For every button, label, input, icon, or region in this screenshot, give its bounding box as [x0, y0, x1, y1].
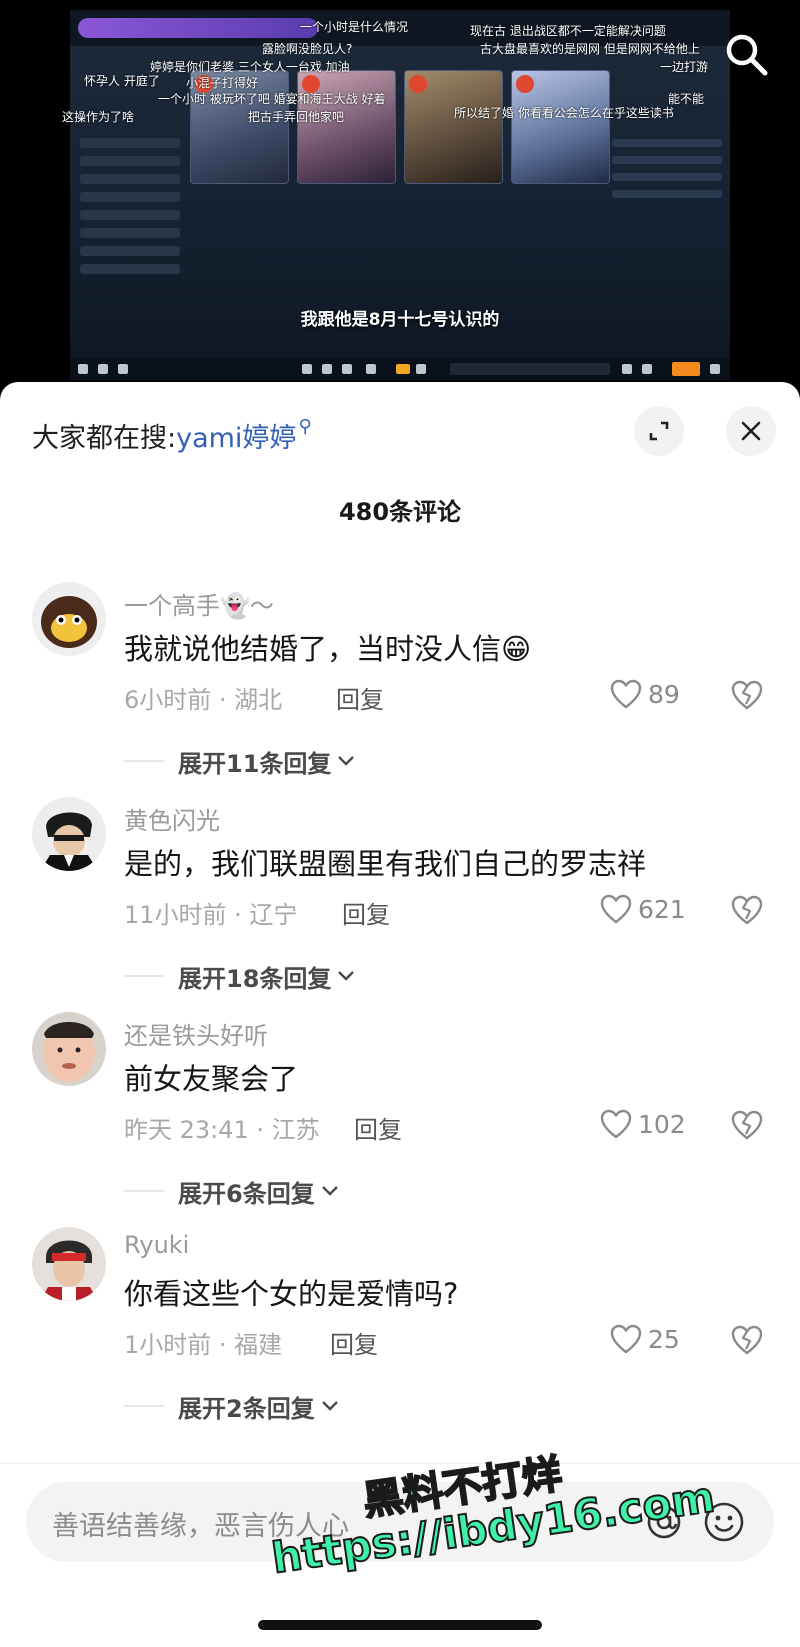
stream-left-panel: [80, 130, 180, 320]
avatar[interactable]: [32, 1227, 106, 1301]
expand-button[interactable]: [634, 406, 684, 456]
reply-button[interactable]: 回复: [336, 680, 384, 715]
chevron-down-icon: [338, 971, 355, 981]
comment-text: 你看这些个女的是爱情吗?: [124, 1277, 459, 1311]
at-icon[interactable]: [644, 1502, 684, 1542]
comment-item: Ryuki 你看这些个女的是爱情吗? 1小时前 · 福建 回复 25 展开2条回…: [0, 1227, 800, 1452]
avatar[interactable]: [32, 582, 106, 656]
comment-meta: 11小时前 · 辽宁: [124, 901, 298, 929]
expand-replies-button[interactable]: 展开18条回复: [124, 959, 355, 993]
champion-card: [404, 70, 503, 184]
divider: [124, 1405, 164, 1407]
chevron-down-icon: [338, 756, 355, 766]
comment-item: 黄色闪光 是的，我们联盟圈里有我们自己的罗志祥 11小时前 · 辽宁 回复 62…: [0, 797, 800, 1022]
stream-right-panel: [612, 130, 722, 210]
like-button[interactable]: 25: [610, 1322, 680, 1356]
divider: [124, 1190, 164, 1192]
like-button[interactable]: 89: [610, 677, 680, 711]
reply-button[interactable]: 回复: [354, 1110, 402, 1145]
heart-icon: [600, 894, 632, 924]
heart-icon: [600, 1109, 632, 1139]
danmaku-text: 能不能: [668, 92, 705, 106]
like-count: 621: [638, 894, 686, 924]
expand-replies-label: 展开6条回复: [178, 1179, 315, 1208]
dislike-icon[interactable]: [730, 678, 764, 712]
discount-badge: [516, 75, 534, 93]
avatar[interactable]: [32, 797, 106, 871]
expand-icon: [649, 421, 669, 441]
expand-replies-button[interactable]: 展开2条回复: [124, 1389, 339, 1423]
comment-input[interactable]: 善语结善缘，恶言伤人心: [26, 1482, 774, 1562]
dislike-icon[interactable]: [730, 893, 764, 927]
expand-replies-label: 展开11条回复: [178, 749, 332, 778]
small-search-icon: ⚲: [298, 416, 312, 437]
danmaku-text: 露脸啊没脸见人?: [262, 42, 353, 56]
danmaku-text: 怀孕人 开庭了: [84, 74, 160, 88]
divider: [124, 760, 164, 762]
comment-text: 前女友聚会了: [124, 1062, 299, 1096]
like-count: 102: [638, 1109, 686, 1139]
danmaku-text: 所以结了婚 你看看公会怎么在乎这些读书: [454, 106, 674, 120]
chevron-down-icon: [321, 1186, 338, 1196]
video-subtitle: 我跟他是8月十七号认识的: [300, 310, 500, 330]
emoji-icon[interactable]: [702, 1500, 746, 1544]
search-suggestion[interactable]: 大家都在搜:yami婷婷 ⚲: [32, 416, 312, 455]
comment-text: 我就说他结婚了，当时没人信😁: [124, 632, 532, 666]
expand-replies-button[interactable]: 展开11条回复: [124, 744, 355, 778]
comment-meta: 1小时前 · 福建: [124, 1331, 283, 1359]
danmaku-text: 一个小时是什么情况: [300, 20, 409, 34]
search-icon[interactable]: [722, 30, 770, 78]
comment-username[interactable]: Ryuki: [124, 1231, 189, 1259]
comment-text: 是的，我们联盟圈里有我们自己的罗志祥: [124, 847, 647, 881]
champion-card: [297, 70, 396, 184]
like-count: 89: [648, 679, 680, 709]
comment-username[interactable]: 一个高手👻～: [124, 586, 274, 621]
like-button[interactable]: 102: [600, 1107, 686, 1141]
search-suggestion-prefix: 大家都在搜:: [32, 423, 177, 454]
expand-replies-label: 展开18条回复: [178, 964, 332, 993]
like-count: 25: [648, 1324, 680, 1354]
home-indicator[interactable]: [258, 1620, 542, 1630]
close-icon: [741, 421, 761, 441]
danmaku-text: 一个小时 被玩坏了吧 婚宴和海王大战 好着: [158, 92, 386, 106]
comment-meta: 昨天 23:41 · 江苏: [124, 1116, 320, 1144]
chevron-down-icon: [321, 1401, 338, 1411]
danmaku-text: 婷婷是你们老婆 三个女人一台戏 加油: [150, 60, 350, 74]
dislike-icon[interactable]: [730, 1323, 764, 1357]
comment-sheet: 大家都在搜:yami婷婷 ⚲ 480条评论 一个高手👻～ 我就说他结婚了，当时没人…: [0, 382, 800, 1646]
reply-button[interactable]: 回复: [330, 1325, 378, 1360]
heart-icon: [610, 1324, 642, 1354]
expand-replies-label: 展开2条回复: [178, 1394, 315, 1423]
comment-meta: 6小时前 · 湖北: [124, 686, 283, 714]
comment-item: 还是铁头好听 前女友聚会了 昨天 23:41 · 江苏 回复 102 展开6条回…: [0, 1012, 800, 1237]
comment-username[interactable]: 还是铁头好听: [124, 1016, 268, 1051]
danmaku-text: 古大盘最喜欢的是网网 但是网网不给他上: [480, 42, 700, 56]
divider: [124, 975, 164, 977]
comment-item: 一个高手👻～ 我就说他结婚了，当时没人信😁 6小时前 · 湖北 回复 89 展开…: [0, 582, 800, 807]
comment-count-title: 480条评论: [338, 498, 462, 526]
heart-icon: [610, 679, 642, 709]
like-button[interactable]: 621: [600, 892, 686, 926]
avatar[interactable]: [32, 1012, 106, 1086]
danmaku-text: 一边打游: [660, 60, 709, 74]
danmaku-text: 这操作为了啥: [62, 110, 135, 124]
discount-badge: [409, 75, 427, 93]
dislike-icon[interactable]: [730, 1108, 764, 1142]
reply-button[interactable]: 回复: [342, 895, 390, 930]
video-player[interactable]: 一个小时是什么情况 现在古 退出战区都不一定能解决问题 露脸啊没脸见人? 古大盘…: [0, 0, 800, 385]
danmaku-text: 把古手弄回他家吧: [248, 110, 345, 124]
danmaku-text: 小混子打得好: [186, 76, 259, 90]
promo-banner: [78, 18, 318, 38]
close-button[interactable]: [726, 406, 776, 456]
stream-player-controls: [70, 358, 730, 380]
expand-replies-button[interactable]: 展开6条回复: [124, 1174, 339, 1208]
comment-username[interactable]: 黄色闪光: [124, 801, 220, 836]
champion-card: [511, 70, 610, 184]
comment-input-placeholder: 善语结善缘，恶言伤人心: [52, 1511, 349, 1542]
search-suggestion-keyword[interactable]: yami婷婷: [176, 423, 296, 454]
danmaku-text: 现在古 退出战区都不一定能解决问题: [470, 24, 666, 38]
